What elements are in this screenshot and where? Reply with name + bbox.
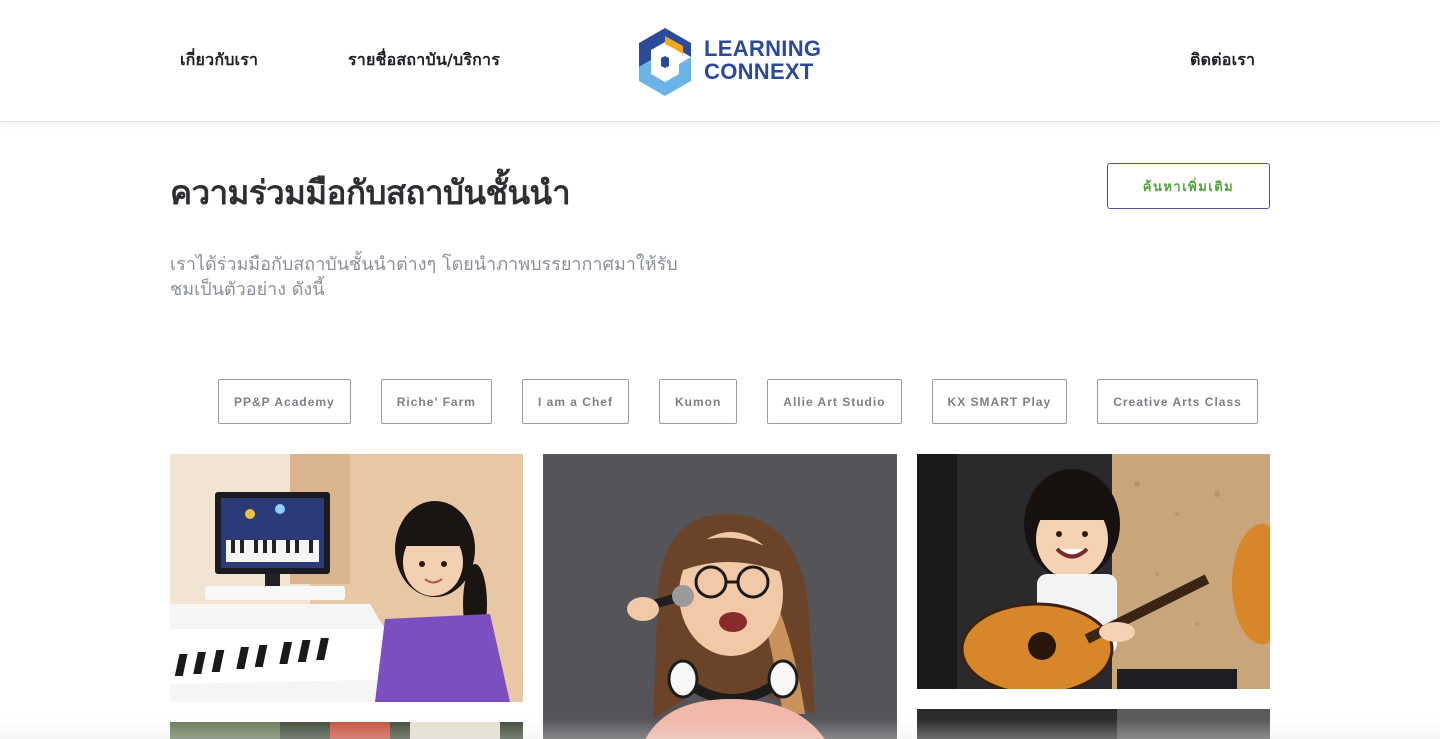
gallery-photo-piano[interactable] — [170, 454, 523, 702]
logo-mark-icon — [639, 28, 691, 96]
filter-ppp-academy[interactable]: PP&P Academy — [218, 379, 351, 424]
filter-creative-arts-class[interactable]: Creative Arts Class — [1097, 379, 1258, 424]
search-more-button[interactable]: ค้นหาเพิ่มเติม — [1107, 163, 1270, 209]
filter-riche-farm[interactable]: Riche' Farm — [380, 379, 492, 424]
nav-about-link[interactable]: เกี่ยวกับเรา — [180, 48, 258, 73]
gallery-photo-singer[interactable] — [543, 454, 897, 739]
institution-filter-bar: PP&P Academy Riche' Farm I am a Chef Kum… — [218, 379, 1258, 424]
site-header: เกี่ยวกับเรา รายชื่อสถาบัน/บริการ LEARNI… — [0, 0, 1440, 122]
filter-kumon[interactable]: Kumon — [658, 379, 738, 424]
gallery-photo-classroom[interactable] — [170, 722, 523, 739]
filter-i-am-a-chef[interactable]: I am a Chef — [521, 379, 629, 424]
gallery-photo-guitar[interactable] — [917, 454, 1270, 689]
logo-text-line2: CONNEXT — [704, 59, 814, 84]
section-title: ความร่วมมือกับสถาบันชั้นนำ — [170, 173, 571, 212]
nav-contact-link[interactable]: ติดต่อเรา — [1190, 48, 1255, 73]
filter-kx-smart-play[interactable]: KX SMART Play — [931, 379, 1068, 424]
filter-allie-art-studio[interactable]: Allie Art Studio — [767, 379, 902, 424]
logo-text-line1: LEARNING — [704, 36, 822, 61]
gallery-photo-studio[interactable] — [917, 709, 1270, 739]
learning-connext-logo[interactable]: LEARNING CONNEXT — [633, 26, 822, 98]
section-description: เราได้ร่วมมือกับสถาบันชั้นนำต่างๆ โดยนำภ… — [170, 254, 678, 300]
nav-institutions-link[interactable]: รายชื่อสถาบัน/บริการ — [348, 48, 500, 73]
